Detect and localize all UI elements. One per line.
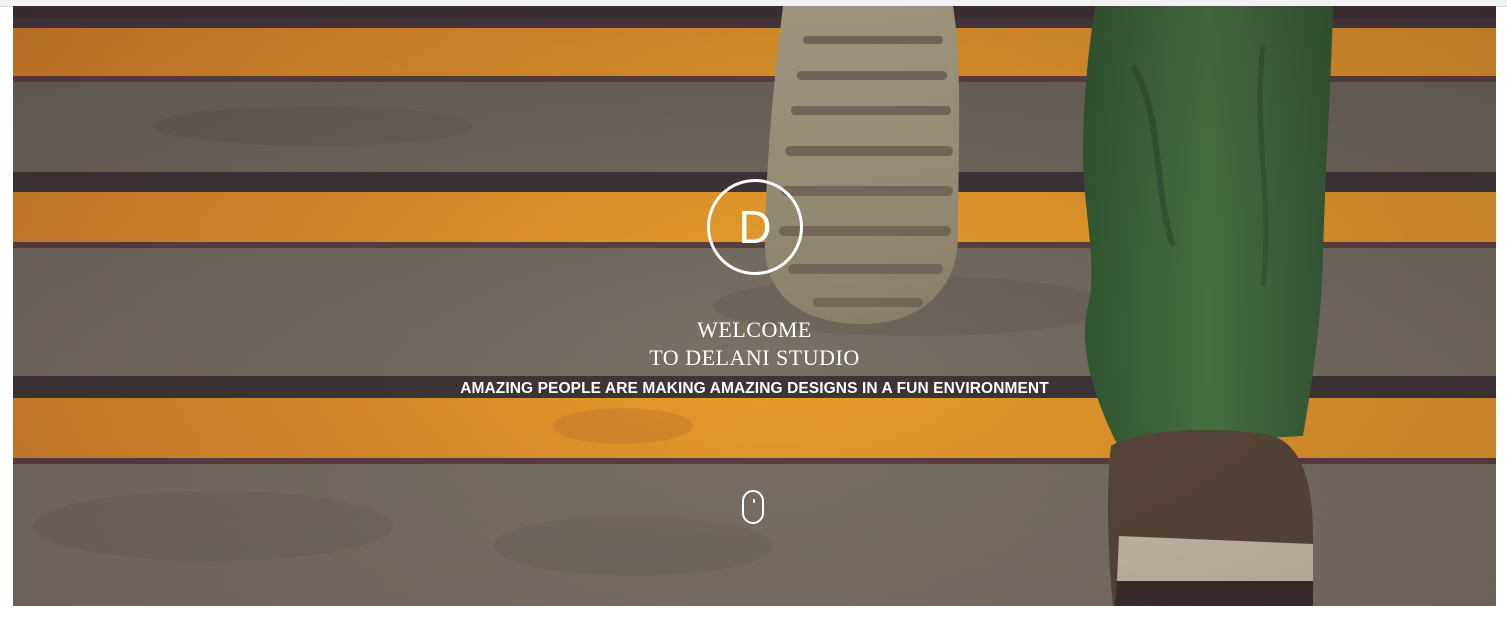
hero-section: D WELCOME TO DELANI STUDIO AMAZING PEOPL… — [13, 6, 1496, 606]
logo-letter: D — [738, 201, 772, 253]
hero-headline-line2: TO DELANI STUDIO — [649, 345, 860, 370]
mouse-scroll-icon[interactable] — [742, 490, 764, 524]
studio-logo: D — [707, 179, 803, 275]
hero-tagline: AMAZING PEOPLE ARE MAKING AMAZING DESIGN… — [460, 380, 1049, 397]
scroll-wheel-dot — [753, 499, 755, 503]
hero-headline-line1: WELCOME — [697, 317, 812, 342]
